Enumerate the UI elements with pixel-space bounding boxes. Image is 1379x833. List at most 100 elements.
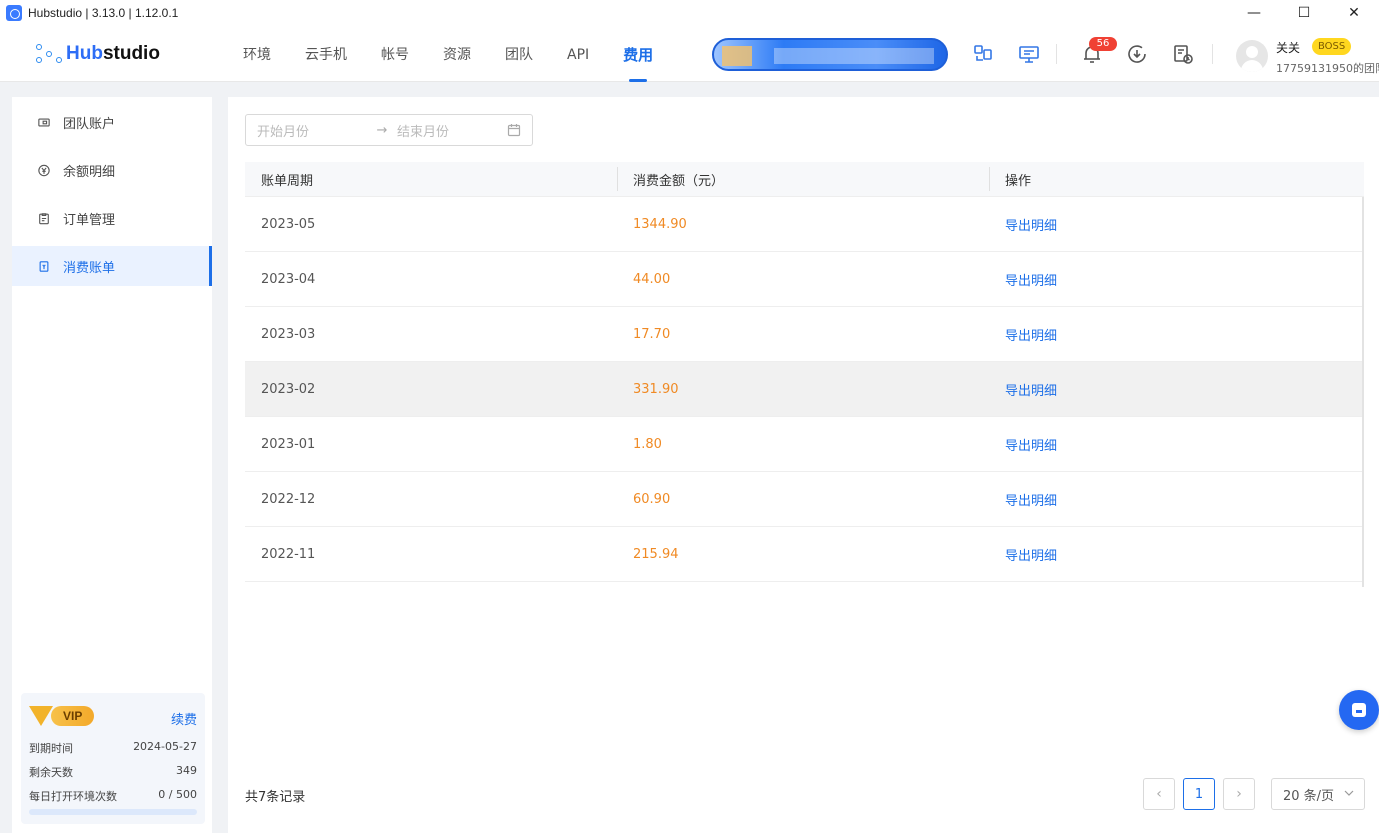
- nav-billing[interactable]: 费用: [606, 26, 670, 82]
- user-name[interactable]: 关关: [1276, 39, 1300, 56]
- cell-period: 2022-11: [261, 546, 316, 562]
- nav-team[interactable]: 团队: [488, 26, 550, 82]
- export-detail-link[interactable]: 导出明细: [989, 380, 1364, 399]
- vip-daily-row: 每日打开环境次数 0 / 500: [29, 788, 197, 803]
- vip-label: VIP: [51, 706, 95, 726]
- table-row: 2023-03 17.70 导出明细: [245, 307, 1364, 362]
- export-detail-link[interactable]: 导出明细: [989, 270, 1364, 289]
- yen-circle-icon: [38, 164, 50, 176]
- app-header: Hubstudio 环境 云手机 帐号 资源 团队 API 费用 56 关关 B…: [0, 26, 1379, 82]
- cell-period: 2023-01: [261, 436, 316, 452]
- logo-network-icon: [36, 42, 64, 66]
- window-title: Hubstudio | 3.13.0 | 1.12.0.1: [28, 6, 179, 20]
- vip-days-value: 349: [176, 764, 197, 777]
- sidebar-item-order-management[interactable]: 订单管理: [12, 198, 212, 238]
- vip-daily-value: 0 / 500: [158, 788, 197, 801]
- sidebar-item-balance-detail[interactable]: 余额明细: [12, 150, 212, 190]
- table-row: 2023-04 44.00 导出明细: [245, 252, 1364, 307]
- range-arrow-icon: →: [376, 122, 388, 138]
- maximize-button[interactable]: ☐: [1279, 0, 1329, 26]
- bill-table: 账单周期 消费金额（元） 操作 2023-05 1344.90 导出明细 202…: [245, 162, 1364, 582]
- cell-amount: 215.94: [633, 546, 679, 562]
- notification-badge: 56: [1089, 37, 1117, 51]
- logo-text-hub: Hub: [66, 43, 103, 64]
- sidebar-item-label: 订单管理: [63, 212, 116, 228]
- promo-banner[interactable]: [712, 38, 948, 71]
- cell-amount: 17.70: [633, 326, 671, 342]
- export-detail-link[interactable]: 导出明细: [989, 215, 1364, 234]
- pagination: ‹ 1 ›: [1143, 778, 1263, 811]
- vip-days-row: 剩余天数 349: [29, 764, 197, 779]
- table-header: 账单周期 消费金额（元） 操作: [245, 162, 1364, 197]
- total-records: 共7条记录: [245, 790, 306, 805]
- nav-cloud-phone[interactable]: 云手机: [288, 26, 364, 82]
- vip-expire-value: 2024-05-27: [133, 740, 197, 753]
- table-row: 2023-02 331.90 导出明细: [245, 362, 1364, 417]
- minimize-button[interactable]: —: [1229, 0, 1279, 26]
- table-row: 2022-11 215.94 导出明细: [245, 527, 1364, 582]
- month-range-picker[interactable]: 开始月份 → 结束月份: [245, 114, 533, 146]
- daily-usage-progress: [29, 809, 197, 815]
- sidebar: 团队账户 余额明细 订单管理 消费账单 VIP 续费 到期时间 2024-05-…: [12, 97, 212, 833]
- cell-period: 2023-04: [261, 271, 316, 287]
- start-month-input[interactable]: 开始月份: [257, 121, 369, 140]
- close-button[interactable]: ✕: [1329, 0, 1379, 26]
- device-sync-icon[interactable]: [971, 42, 995, 66]
- nav-account[interactable]: 帐号: [364, 26, 426, 82]
- main-content: 开始月份 → 结束月份 账单周期 消费金额（元） 操作 2023-05 1344…: [228, 97, 1379, 833]
- export-detail-link[interactable]: 导出明细: [989, 545, 1364, 564]
- cell-amount: 60.90: [633, 491, 671, 507]
- next-page-button[interactable]: ›: [1223, 778, 1255, 810]
- vip-logo: VIP: [29, 706, 95, 726]
- clipboard-icon: [38, 212, 50, 224]
- nav-resources[interactable]: 资源: [426, 26, 488, 82]
- bill-icon: [38, 260, 50, 272]
- vip-expire-row: 到期时间 2024-05-27: [29, 740, 197, 755]
- renew-link[interactable]: 续费: [171, 709, 197, 728]
- app-icon: [6, 5, 22, 21]
- prev-page-button[interactable]: ‹: [1143, 778, 1175, 810]
- page-size-value: 20 条/页: [1283, 788, 1335, 804]
- sidebar-item-label: 余额明细: [63, 164, 116, 180]
- cell-amount: 1344.90: [633, 216, 687, 232]
- calendar-icon: [507, 123, 521, 137]
- end-month-input[interactable]: 结束月份: [397, 121, 507, 140]
- main-nav: 环境 云手机 帐号 资源 团队 API 费用: [226, 26, 670, 82]
- cell-period: 2022-12: [261, 491, 316, 507]
- cell-period: 2023-02: [261, 381, 316, 397]
- customer-service-button[interactable]: [1339, 690, 1379, 730]
- window-controls: — ☐ ✕: [1229, 0, 1379, 26]
- header-period: 账单周期: [261, 173, 314, 189]
- table-row: 2023-05 1344.90 导出明细: [245, 197, 1364, 252]
- header-amount: 消费金额（元）: [617, 166, 989, 191]
- vip-crown-icon: [29, 706, 53, 726]
- page-size-select[interactable]: 20 条/页: [1271, 778, 1365, 810]
- monitor-icon[interactable]: [1017, 42, 1041, 66]
- page-1-button[interactable]: 1: [1183, 778, 1215, 810]
- chevron-down-icon: [1343, 787, 1355, 799]
- logo[interactable]: Hubstudio: [36, 42, 160, 66]
- export-detail-link[interactable]: 导出明细: [989, 490, 1364, 509]
- export-detail-link[interactable]: 导出明细: [989, 325, 1364, 344]
- header-action: 操作: [989, 166, 1364, 191]
- table-row: 2022-12 60.90 导出明细: [245, 472, 1364, 527]
- task-history-icon[interactable]: [1171, 42, 1195, 66]
- download-update-icon[interactable]: [1125, 42, 1149, 66]
- cell-amount: 44.00: [633, 271, 671, 287]
- export-detail-link[interactable]: 导出明细: [989, 435, 1364, 454]
- sidebar-item-consumption-bill[interactable]: 消费账单: [12, 246, 212, 286]
- table-scrollbar[interactable]: [1362, 197, 1364, 587]
- nav-api[interactable]: API: [550, 26, 606, 82]
- cell-amount: 1.80: [633, 436, 662, 452]
- sidebar-item-label: 团队账户: [63, 116, 116, 132]
- sidebar-item-team-account[interactable]: 团队账户: [12, 102, 212, 142]
- role-badge: BOSS: [1312, 38, 1352, 55]
- avatar[interactable]: [1236, 40, 1268, 72]
- cell-period: 2023-03: [261, 326, 316, 342]
- nav-environment[interactable]: 环境: [226, 26, 288, 82]
- chat-icon: [1352, 703, 1366, 717]
- cell-amount: 331.90: [633, 381, 679, 397]
- team-name[interactable]: 17759131950的团队: [1276, 60, 1379, 76]
- table-row: 2023-01 1.80 导出明细: [245, 417, 1364, 472]
- logo-text-studio: studio: [102, 43, 160, 64]
